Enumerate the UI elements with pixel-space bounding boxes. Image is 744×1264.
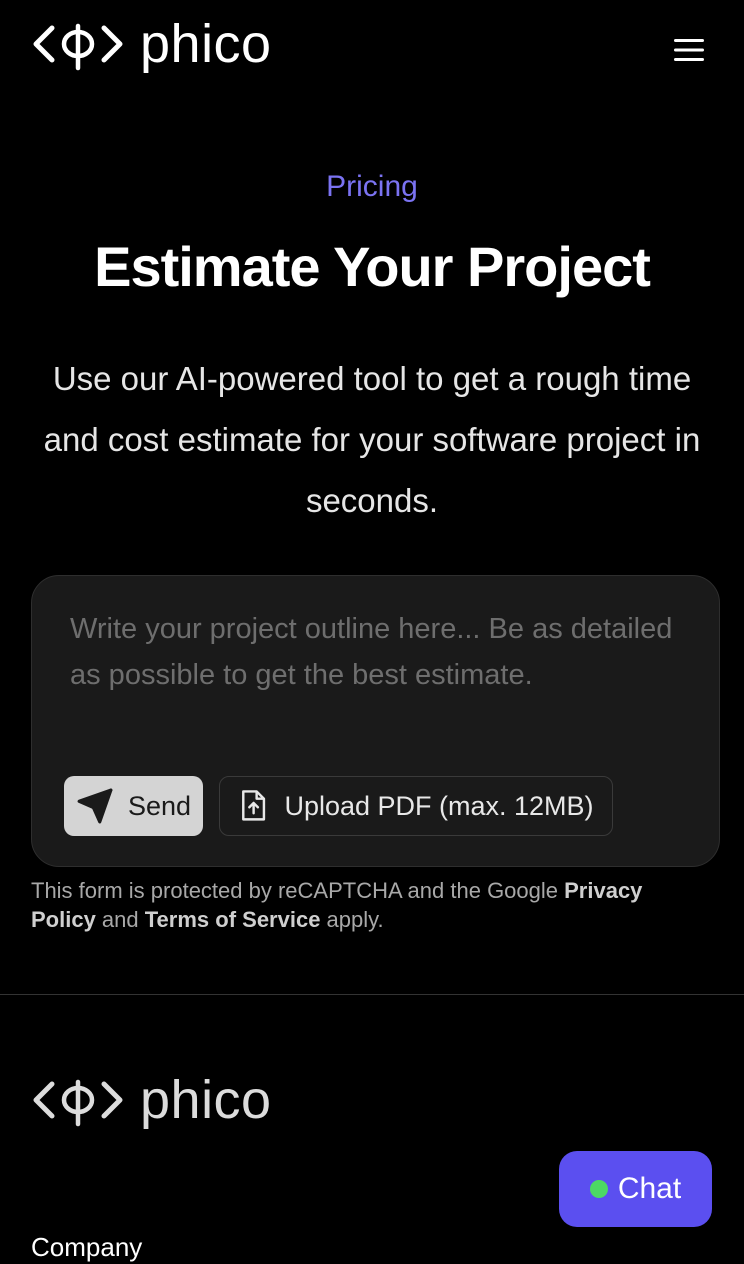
online-status-dot <box>589 1180 608 1198</box>
footer-company-heading: Company <box>31 1232 143 1262</box>
page-title: Estimate Your Project <box>94 235 651 298</box>
file-upload-icon <box>242 790 266 821</box>
estimate-form: Send Upload PDF (max. 12MB) <box>31 575 720 867</box>
chat-label: Chat <box>617 1172 682 1205</box>
footer-divider <box>0 994 744 995</box>
footer-brand-logo[interactable]: phico <box>32 1070 272 1130</box>
hamburger-icon <box>674 39 704 61</box>
footer-brand-name: phico <box>140 1070 272 1130</box>
menu-button[interactable] <box>666 30 712 70</box>
terms-of-service-link[interactable]: Terms of Service <box>145 907 321 932</box>
send-button[interactable]: Send <box>64 776 203 836</box>
recaptcha-notice: This form is protected by reCAPTCHA and … <box>31 876 711 934</box>
project-outline-input[interactable] <box>70 606 680 756</box>
phi-logo-icon <box>33 23 123 71</box>
paper-plane-icon <box>77 788 113 824</box>
upload-pdf-button[interactable]: Upload PDF (max. 12MB) <box>219 776 613 836</box>
phi-logo-icon <box>33 1079 123 1127</box>
recaptcha-suffix: apply. <box>320 907 384 932</box>
chat-button[interactable]: Chat <box>559 1151 712 1227</box>
send-label: Send <box>127 790 192 821</box>
page-subtitle: Use our AI-powered tool to get a rough t… <box>43 360 701 519</box>
upload-label: Upload PDF (max. 12MB) <box>284 790 594 821</box>
site-header: phico <box>0 0 744 100</box>
brand-name: phico <box>140 14 272 74</box>
page: phico Pricing Estimate Your Project Use … <box>0 0 744 1264</box>
section-eyebrow: Pricing <box>326 170 418 203</box>
recaptcha-middle: and <box>95 907 145 932</box>
brand-logo[interactable]: phico <box>32 14 272 74</box>
recaptcha-prefix: This form is protected by reCAPTCHA and … <box>31 878 565 903</box>
